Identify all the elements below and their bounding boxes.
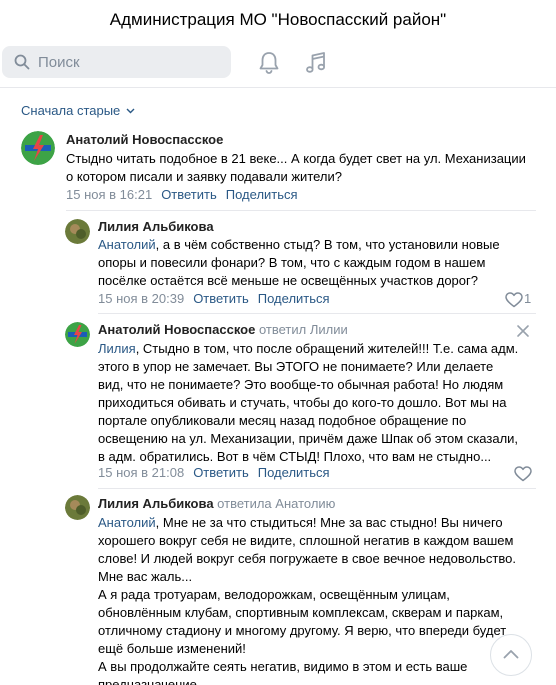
comment-time[interactable]: 15 ноя в 16:21 (66, 187, 152, 202)
heart-icon[interactable] (514, 466, 532, 482)
reply-button[interactable]: Ответить (193, 465, 249, 480)
reply-button[interactable]: Ответить (161, 187, 217, 202)
scroll-to-top-button[interactable] (490, 634, 532, 676)
comment-author[interactable]: Анатолий Новоспасское (66, 132, 223, 147)
comment-meta: 15 ноя в 16:21 Ответить Поделиться (66, 187, 298, 202)
mention-link[interactable]: Анатолий (98, 237, 156, 252)
comment-paragraph: А я рада тротуарам, велодорожкам, освещё… (98, 587, 507, 656)
share-button[interactable]: Поделиться (258, 291, 330, 306)
avatar[interactable] (65, 495, 90, 520)
close-icon[interactable] (516, 324, 530, 338)
music-icon[interactable] (303, 50, 329, 76)
share-button[interactable]: Поделиться (258, 465, 330, 480)
sort-dropdown[interactable]: Сначала старые (21, 103, 135, 118)
comment-author[interactable]: Лилия Альбикова ответила Анатолию (98, 496, 335, 511)
avatar[interactable] (21, 131, 55, 165)
avatar[interactable] (65, 322, 90, 347)
comment-time[interactable]: 15 ноя в 21:08 (98, 465, 184, 480)
user-photo-icon (65, 495, 90, 520)
comment-text: Анатолий, Мне не за что стыдиться! Мне з… (98, 514, 524, 685)
comment-text: Лилия, Стыдно в том, что после обращений… (98, 341, 519, 464)
page-title: Администрация МО "Новоспасский район" (109, 10, 447, 29)
heart-icon[interactable] (505, 292, 523, 308)
search-icon (14, 54, 30, 70)
replied-to-label[interactable]: ответила Анатолию (217, 496, 335, 511)
comment-paragraph: Анатолий, Мне не за что стыдиться! Мне з… (98, 515, 516, 584)
community-logo-icon (65, 322, 90, 347)
community-logo-icon (21, 131, 55, 165)
search-input[interactable] (38, 46, 223, 78)
comment-text: Анатолий, а в чём собственно стыд? В том… (98, 237, 500, 288)
bell-icon[interactable] (256, 50, 282, 76)
user-photo-icon (65, 219, 90, 244)
app-header: Администрация МО "Новоспасский район" (0, 0, 556, 40)
mention-link[interactable]: Лилия (98, 341, 136, 356)
likes-count: 1 (524, 291, 532, 306)
mention-link[interactable]: Анатолий (98, 515, 156, 530)
comment-meta: 15 ноя в 20:39 Ответить Поделиться (98, 291, 330, 306)
search-box[interactable] (2, 46, 231, 78)
comment-text: Стыдно читать подобное в 21 веке... А ко… (66, 151, 526, 184)
reply-button[interactable]: Ответить (193, 291, 249, 306)
comment-author[interactable]: Анатолий Новоспасское ответил Лилии (98, 322, 348, 337)
share-button[interactable]: Поделиться (226, 187, 298, 202)
toolbar (0, 40, 556, 88)
chevron-down-icon (126, 108, 135, 114)
divider (98, 488, 536, 489)
sort-label: Сначала старые (21, 103, 121, 118)
comment-time[interactable]: 15 ноя в 20:39 (98, 291, 184, 306)
comment-author[interactable]: Лилия Альбикова (98, 219, 214, 234)
avatar[interactable] (65, 219, 90, 244)
chevron-up-icon (503, 650, 519, 659)
comment-paragraph: А вы продолжайте сеять негатив, видимо в… (98, 659, 468, 685)
divider (98, 313, 536, 314)
replied-to-label[interactable]: ответил Лилии (259, 322, 348, 337)
comment-meta: 15 ноя в 21:08 Ответить Поделиться (98, 465, 330, 480)
divider (66, 210, 536, 211)
